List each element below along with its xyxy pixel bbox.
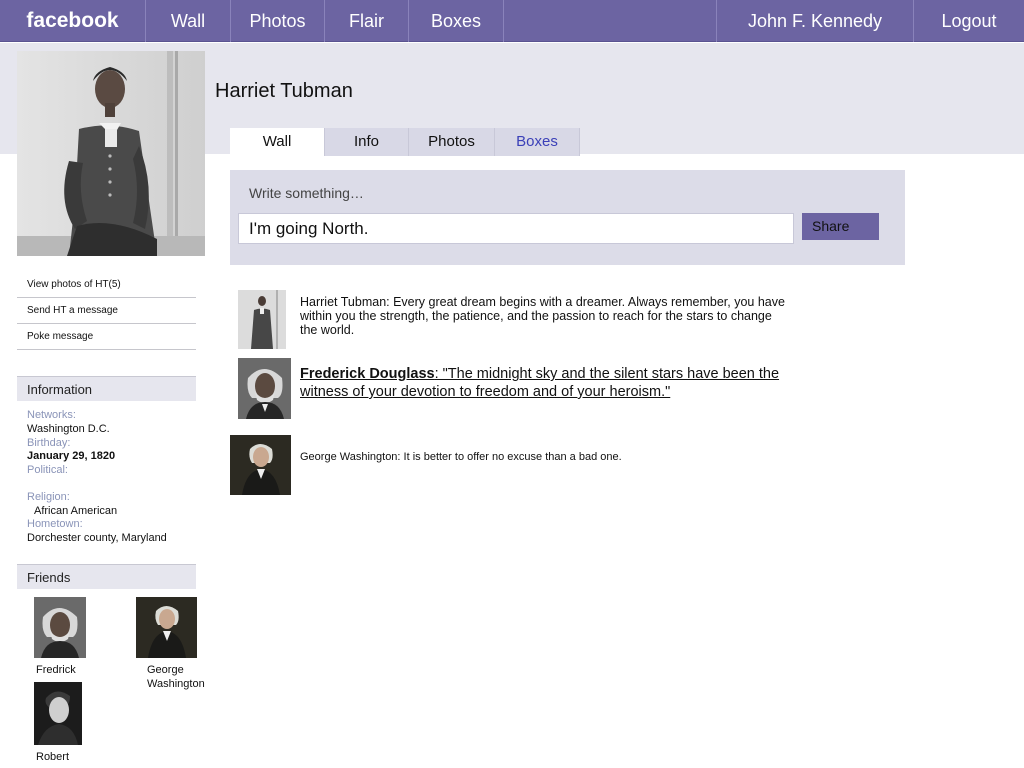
robert-avatar-image (34, 682, 82, 745)
post-author-avatar[interactable] (238, 358, 291, 419)
fredrick-avatar-image (34, 597, 86, 658)
friend-name[interactable]: Robert (36, 750, 69, 764)
wall-post-input[interactable]: I'm going North. (238, 213, 794, 244)
friend-avatar[interactable] (136, 597, 197, 658)
george-washington-thumbnail (230, 435, 291, 495)
nav-photos[interactable]: Photos (231, 0, 325, 42)
post-author-avatar[interactable] (230, 435, 291, 495)
tab-wall[interactable]: Wall (230, 128, 325, 156)
friends-heading: Friends (17, 564, 196, 589)
post-text[interactable]: Frederick Douglass: "The midnight sky an… (300, 365, 800, 401)
hometown-value: Dorchester county, Maryland (27, 532, 167, 544)
birthday-label: Birthday: (27, 437, 71, 449)
religion-label: Religion: (27, 491, 70, 503)
george-washington-avatar-image (136, 597, 197, 658)
share-button[interactable]: Share (802, 213, 879, 240)
tab-boxes[interactable]: Boxes (495, 128, 580, 156)
post-text: George Washington: It is better to offer… (300, 451, 622, 463)
post-author-avatar[interactable] (238, 290, 286, 349)
top-nav-bar: facebook Wall Photos Flair Boxes John F.… (0, 0, 1024, 42)
tab-info[interactable]: Info (325, 128, 409, 156)
information-heading: Information (17, 376, 196, 401)
tab-photos[interactable]: Photos (409, 128, 495, 156)
profile-photo-image (17, 51, 205, 256)
networks-label: Networks: (27, 409, 76, 421)
profile-photo[interactable] (17, 51, 205, 256)
nav-user-profile[interactable]: John F. Kennedy (716, 0, 914, 42)
religion-value: African American (34, 505, 118, 517)
logout-button[interactable]: Logout (914, 0, 1024, 42)
friend-avatar[interactable] (34, 682, 82, 745)
post-author-link[interactable]: Frederick Douglass (300, 366, 435, 382)
profile-name: Harriet Tubman (215, 80, 353, 102)
birthday-value: January 29, 1820 (27, 450, 116, 462)
wall-composer: Write something… I'm going North. Share (230, 170, 905, 265)
hometown-label: Hometown: (27, 518, 83, 530)
nav-flair[interactable]: Flair (325, 0, 409, 42)
harriet-tubman-thumbnail (238, 290, 286, 349)
friend-name[interactable]: George Washington (147, 663, 217, 691)
post-text: Harriet Tubman: Every great dream begins… (300, 295, 785, 337)
political-label: Political: (27, 464, 68, 476)
friend-name[interactable]: Fredrick (36, 663, 76, 677)
networks-value: Washington D.C. (27, 423, 110, 435)
composer-prompt: Write something… (249, 185, 364, 201)
nav-boxes[interactable]: Boxes (409, 0, 504, 42)
frederick-douglass-thumbnail (238, 358, 291, 419)
nav-wall[interactable]: Wall (146, 0, 231, 42)
view-photos-link[interactable]: View photos of HT(5) (17, 272, 196, 298)
friend-avatar[interactable] (34, 597, 86, 658)
facebook-logo[interactable]: facebook (0, 0, 146, 42)
poke-message-link[interactable]: Poke message (17, 324, 196, 350)
send-message-link[interactable]: Send HT a message (17, 298, 196, 324)
